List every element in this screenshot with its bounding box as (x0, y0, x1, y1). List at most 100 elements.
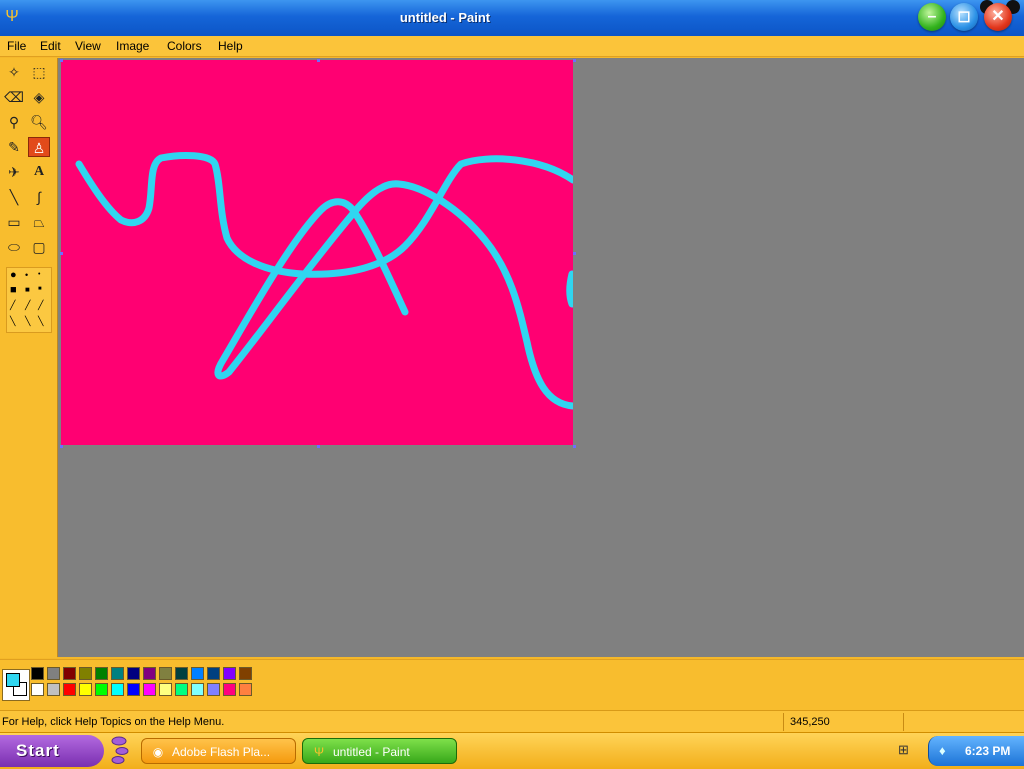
airbrush-tool[interactable]: ✈ (3, 162, 25, 182)
network-tray-icon[interactable]: ⊞ (898, 742, 909, 758)
pencil-icon: ✎ (8, 139, 20, 155)
palette-swatch[interactable] (95, 667, 108, 680)
resize-handle-left[interactable] (60, 252, 63, 255)
palette-swatch[interactable] (79, 683, 92, 696)
palette-swatch[interactable] (207, 667, 220, 680)
brush-medium-forward-slash-option[interactable]: ╱ (25, 300, 30, 311)
palette-swatch[interactable] (159, 667, 172, 680)
quick-launch-bubbles-icon[interactable] (108, 735, 130, 765)
brush-small-square-option[interactable]: ■ (38, 286, 42, 292)
clock[interactable]: 6:23 PM (965, 736, 1010, 766)
polygon-tool[interactable]: ⏢ (28, 212, 50, 232)
palette-swatch[interactable] (31, 683, 44, 696)
taskbar-item-paint[interactable]: Ψ untitled - Paint (302, 738, 457, 764)
free-select-tool[interactable]: ✧ (3, 62, 25, 82)
palette-swatch[interactable] (31, 667, 44, 680)
curve-icon: ∫ (37, 189, 41, 205)
fill-tool[interactable]: ◈ (28, 87, 50, 107)
brush-tool[interactable]: ♙ (28, 137, 50, 157)
close-button[interactable]: ✕ (984, 3, 1012, 31)
eraser-tool[interactable]: ⌫ (3, 87, 25, 107)
rect-select-tool[interactable]: ⬚ (28, 62, 50, 82)
brush-medium-back-slash-option[interactable]: ╲ (25, 316, 30, 327)
ellipse-tool[interactable]: ⬭ (3, 237, 25, 257)
start-button[interactable]: Start (0, 735, 104, 767)
taskbar-item-label: untitled - Paint (333, 745, 410, 759)
brush-large-forward-slash-option[interactable]: ╱ (10, 300, 15, 311)
current-colors[interactable] (2, 669, 30, 701)
palette-swatch[interactable] (47, 667, 60, 680)
menu-bar: File Edit View Image Colors Help (0, 36, 1024, 57)
palette-swatch[interactable] (159, 683, 172, 696)
menu-image[interactable]: Image (116, 36, 149, 56)
text-tool[interactable]: A (28, 162, 50, 182)
palette-swatch[interactable] (95, 683, 108, 696)
color-palette (0, 659, 1024, 710)
palette-swatch[interactable] (143, 667, 156, 680)
palette-swatch[interactable] (127, 667, 140, 680)
rectangle-tool[interactable]: ▭ (3, 212, 25, 232)
resize-handle-bottom-right[interactable] (573, 445, 576, 448)
line-tool[interactable]: ╲ (3, 187, 25, 207)
ellipse-icon: ⬭ (8, 239, 20, 255)
resize-handle-top-left[interactable] (60, 59, 63, 62)
palette-swatch[interactable] (127, 683, 140, 696)
color-picker-tool[interactable]: ⚲ (3, 112, 25, 132)
palette-swatch[interactable] (111, 667, 124, 680)
eyedropper-icon: ⚲ (8, 114, 20, 130)
paint-bucket-icon: ◈ (33, 89, 45, 105)
curve-tool[interactable]: ∫ (28, 187, 50, 207)
palette-swatch[interactable] (223, 667, 236, 680)
taskbar-item-flash-player[interactable]: ◉ Adobe Flash Pla... (141, 738, 296, 764)
pencil-tool[interactable]: ✎ (3, 137, 25, 157)
foreground-color-swatch[interactable] (6, 673, 20, 687)
brush-medium-square-option[interactable]: ■ (25, 285, 30, 294)
resize-handle-bottom[interactable] (317, 445, 320, 448)
brush-options: ● • • ■ ■ ■ ╱ ╱ ╱ ╲ ╲ ╲ (6, 267, 52, 333)
palette-swatch[interactable] (207, 683, 220, 696)
palette-swatch[interactable] (79, 667, 92, 680)
line-icon: ╲ (9, 189, 19, 205)
brush-large-square-option[interactable]: ■ (10, 284, 17, 296)
magnifier-tool[interactable]: 🔍︎ (28, 112, 50, 132)
menu-colors[interactable]: Colors (167, 36, 202, 56)
palette-swatch[interactable] (143, 683, 156, 696)
menu-help[interactable]: Help (218, 36, 243, 56)
palette-swatch[interactable] (175, 667, 188, 680)
menu-edit[interactable]: Edit (40, 36, 61, 56)
menu-file[interactable]: File (7, 36, 26, 56)
palette-swatch[interactable] (191, 683, 204, 696)
resize-handle-right[interactable] (573, 252, 576, 255)
palette-swatch[interactable] (47, 683, 60, 696)
drawing-canvas[interactable] (61, 60, 577, 445)
brush-small-back-slash-option[interactable]: ╲ (38, 316, 43, 327)
free-select-icon: ✧ (8, 64, 20, 80)
palette-swatch[interactable] (175, 683, 188, 696)
text-icon: A (33, 164, 45, 179)
rounded-rect-tool[interactable]: ▢ (28, 237, 50, 257)
brush-small-forward-slash-option[interactable]: ╱ (38, 300, 43, 311)
resize-handle-top-right[interactable] (573, 59, 576, 62)
tray-status-icon[interactable]: ♦ (939, 743, 946, 758)
resize-handle-top[interactable] (317, 59, 320, 62)
brush-medium-round-option[interactable]: • (25, 270, 28, 280)
brush-stroke-edge-mark (566, 270, 576, 308)
brush-large-back-slash-option[interactable]: ╲ (10, 316, 15, 327)
palette-swatch[interactable] (239, 667, 252, 680)
brush-small-round-option[interactable]: • (38, 271, 40, 278)
title-bar[interactable]: Ψ untitled - Paint – ◻ ✕ (0, 0, 1024, 37)
brush-large-round-option[interactable]: ● (10, 269, 17, 281)
palette-swatch[interactable] (191, 667, 204, 680)
palette-swatch[interactable] (63, 667, 76, 680)
paint-app-icon: Ψ (313, 745, 325, 759)
palette-swatch[interactable] (239, 683, 252, 696)
menu-view[interactable]: View (75, 36, 101, 56)
flash-player-icon: ◉ (152, 745, 164, 759)
maximize-button[interactable]: ◻ (950, 3, 978, 31)
minimize-button[interactable]: – (918, 3, 946, 31)
palette-swatch[interactable] (223, 683, 236, 696)
maximize-icon: ◻ (957, 8, 971, 25)
resize-handle-bottom-left[interactable] (60, 445, 63, 448)
palette-swatch[interactable] (63, 683, 76, 696)
palette-swatch[interactable] (111, 683, 124, 696)
